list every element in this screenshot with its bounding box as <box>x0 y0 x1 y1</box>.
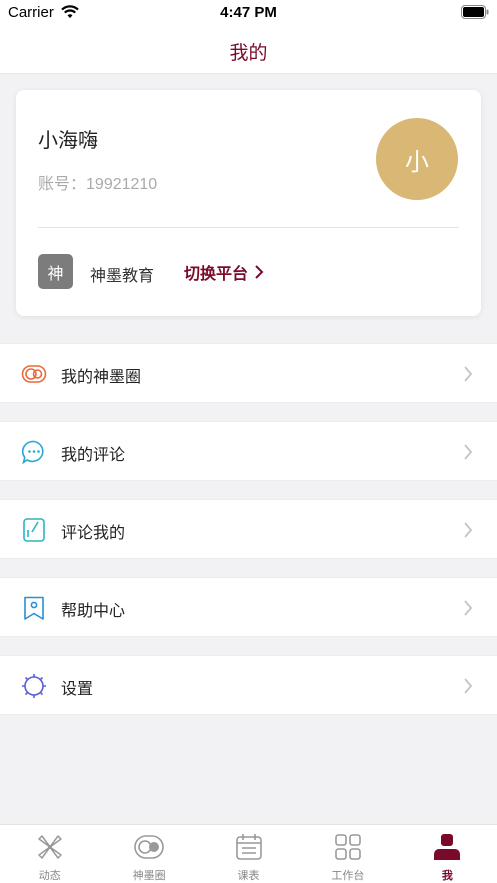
menu-label: 我的神墨圈 <box>61 367 142 386</box>
switch-platform-label: 切换平台 <box>184 264 249 283</box>
nav-bar: 我的 <box>0 26 497 74</box>
account-number: 19921210 <box>86 176 158 193</box>
tab-workbench[interactable]: 工作台 <box>298 825 397 883</box>
menu-label: 评论我的 <box>61 523 126 542</box>
help-bookmark-icon <box>24 596 44 620</box>
battery-icon <box>461 5 489 19</box>
chevron-right-icon <box>464 678 473 694</box>
account-label: 账号： <box>38 174 87 193</box>
chat-bubble-icon <box>21 440 44 465</box>
pinwheel-icon <box>37 835 62 859</box>
menu-item-my-circle[interactable]: 我的神墨圈 <box>0 343 497 403</box>
menu-item-my-comments[interactable]: 我的评论 <box>0 421 497 481</box>
chevron-right-icon <box>464 444 473 460</box>
menu-item-settings[interactable]: 设置 <box>0 655 497 715</box>
account-info: 账号：19921210 <box>38 170 157 194</box>
toggle-circle-icon <box>134 835 164 859</box>
circle-community-icon <box>21 365 47 383</box>
clock-label: 4:47 PM <box>220 4 277 21</box>
gear-icon <box>22 674 46 698</box>
menu-label: 设置 <box>61 679 94 698</box>
grid-icon <box>335 834 361 860</box>
tab-me[interactable]: 我 <box>398 825 497 883</box>
page-title: 我的 <box>229 42 268 64</box>
menu-label: 我的评论 <box>61 445 126 464</box>
tab-label: 神墨圈 <box>132 869 166 882</box>
org-badge: 神 <box>38 254 73 289</box>
calendar-icon <box>235 834 262 860</box>
tab-schedule[interactable]: 课表 <box>199 825 298 883</box>
tab-label: 工作台 <box>331 869 365 882</box>
tab-label: 我 <box>441 869 453 882</box>
menu-item-help-center[interactable]: 帮助中心 <box>0 577 497 637</box>
chevron-right-icon <box>464 366 473 382</box>
chevron-right-icon <box>464 522 473 538</box>
avatar[interactable]: 小 <box>376 118 458 200</box>
chevron-right-icon <box>464 600 473 616</box>
tab-label: 动态 <box>38 869 61 882</box>
menu-label: 帮助中心 <box>61 601 126 620</box>
menu-item-comments-on-me[interactable]: 评论我的 <box>0 499 497 559</box>
tab-feed[interactable]: 动态 <box>0 825 99 883</box>
tab-label: 课表 <box>237 869 260 882</box>
person-icon <box>434 834 461 860</box>
status-bar: Carrier 4:47 PM <box>0 0 497 26</box>
chevron-right-icon <box>255 265 264 279</box>
note-edit-icon <box>23 518 45 542</box>
switch-platform-button[interactable]: 切换平台 <box>184 260 264 284</box>
tab-bar: 动态 神墨圈 课表 工作台 我 <box>0 824 497 883</box>
org-name: 神墨教育 <box>90 266 155 285</box>
card-divider <box>38 227 459 228</box>
profile-card[interactable]: 小海嗨 账号：19921210 小 神 神墨教育 切换平台 <box>16 90 481 316</box>
user-name: 小海嗨 <box>38 128 98 152</box>
tab-circle[interactable]: 神墨圈 <box>99 825 198 883</box>
